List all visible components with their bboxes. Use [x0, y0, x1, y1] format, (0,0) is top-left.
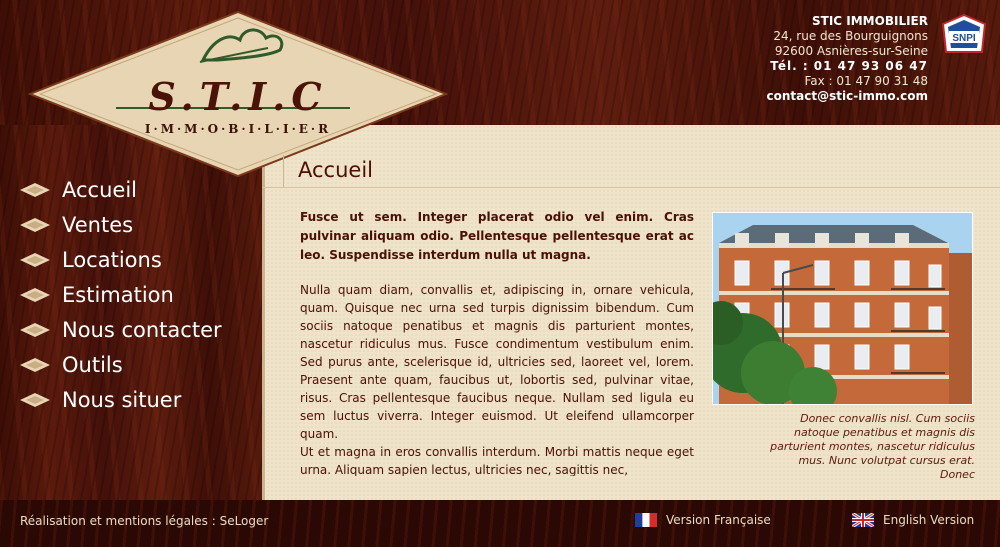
email-link[interactable]: contact@stic-immo.com [767, 89, 928, 104]
nav-label: Nous situer [62, 387, 182, 412]
nav-item-ventes[interactable]: Ventes [20, 207, 222, 242]
logo-wordmark: S.T.I.C [148, 74, 328, 119]
address-line-2: 92600 Asnières-sur-Seine [774, 44, 928, 58]
diamond-bullet-icon [20, 287, 50, 302]
logo-subtitle: I·M·M·O·B·I·L·I·E·R [144, 122, 332, 136]
nav-item-nous-situer[interactable]: Nous situer [20, 382, 222, 417]
company-logo[interactable]: S.T.I.C I·M·M·O·B·I·L·I·E·R [28, 10, 448, 178]
nav-label: Outils [62, 352, 123, 377]
lang-english-label: English Version [883, 513, 975, 527]
sidebar-divider [262, 125, 265, 500]
nav-label: Nous contacter [62, 317, 222, 342]
nav-item-outils[interactable]: Outils [20, 347, 222, 382]
body-text: Nulla quam diam, convallis et, adipiscin… [300, 281, 694, 476]
phone-number: Tél. : 01 47 93 06 47 [770, 59, 928, 73]
nav-label: Estimation [62, 282, 174, 307]
diamond-bullet-icon [20, 217, 50, 232]
lang-french-link[interactable]: Version Française [635, 513, 771, 527]
title-rule [262, 187, 1000, 188]
diamond-bullet-icon [20, 392, 50, 407]
nav-item-accueil[interactable]: Accueil [20, 172, 222, 207]
lang-english-link[interactable]: English Version [852, 513, 974, 527]
diamond-bullet-icon [20, 322, 50, 337]
nav-label: Locations [62, 247, 162, 272]
diamond-bullet-icon [20, 182, 50, 197]
lang-french-label: Version Française [666, 513, 771, 527]
address-line-1: 24, rue des Bourguignons [773, 29, 928, 43]
title-divider-tick [283, 155, 284, 187]
snpi-badge-icon[interactable]: SNPI [942, 14, 986, 56]
building-photo [712, 212, 973, 405]
main-navigation: Accueil Ventes Locations Estimation Nous… [20, 172, 222, 417]
diamond-bullet-icon [20, 357, 50, 372]
company-name: STIC IMMOBILIER [812, 14, 928, 28]
paragraph-1: Nulla quam diam, convallis et, adipiscin… [300, 283, 694, 441]
contact-block: STIC IMMOBILIER 24, rue des Bourguignons… [767, 14, 928, 104]
svg-text:SNPI: SNPI [952, 33, 976, 44]
paragraph-2: Ut et magna in eros convallis interdum. … [300, 445, 694, 476]
nav-label: Accueil [62, 177, 137, 202]
fax-number: Fax : 01 47 90 31 48 [804, 74, 928, 88]
uk-flag-icon [852, 513, 874, 527]
footer-credit-link[interactable]: Réalisation et mentions légales : SeLoge… [20, 514, 268, 528]
page-title: Accueil [298, 158, 373, 182]
nav-item-nous-contacter[interactable]: Nous contacter [20, 312, 222, 347]
building-illustration [713, 213, 972, 404]
nav-item-estimation[interactable]: Estimation [20, 277, 222, 312]
lead-paragraph: Fusce ut sem. Integer placerat odio vel … [300, 210, 694, 262]
diamond-bullet-icon [20, 252, 50, 267]
nav-item-locations[interactable]: Locations [20, 242, 222, 277]
french-flag-icon [635, 513, 657, 527]
photo-caption: Donec convallis nisl. Cum sociis natoque… [770, 412, 975, 481]
nav-label: Ventes [62, 212, 134, 237]
